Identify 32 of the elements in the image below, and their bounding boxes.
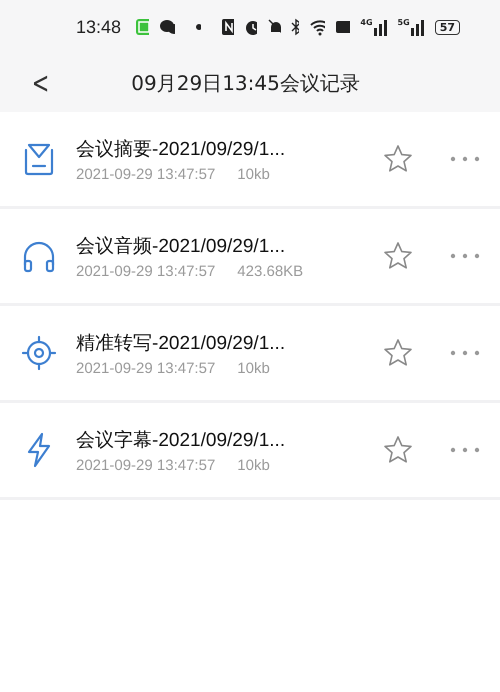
file-size: 10kb	[237, 360, 270, 376]
file-name: 精准转写-2021/09/29/1...	[76, 332, 286, 356]
network-label: 5G	[398, 18, 410, 27]
file-size: 10kb	[237, 166, 270, 182]
file-date: 2021-09-29 13:47:57	[76, 360, 216, 376]
file-name: 会议音频-2021/09/29/1...	[76, 234, 286, 258]
signal-icon	[410, 18, 425, 36]
network-label: 4G	[360, 18, 373, 27]
file-name: 会议摘要-2021/09/29/1...	[76, 138, 286, 162]
battery-level: 57	[434, 20, 460, 34]
bluetooth-icon	[290, 18, 299, 36]
more-button[interactable]	[450, 446, 480, 454]
app-icon	[135, 18, 149, 36]
target-icon	[20, 334, 58, 372]
file-name: 会议字幕-2021/09/29/1...	[76, 428, 286, 452]
page-title: 09月29日13:45会议记录	[130, 70, 361, 96]
nfc-icon	[221, 18, 234, 36]
back-button[interactable]: <	[26, 66, 55, 100]
alarm-icon	[244, 18, 258, 36]
wifi-icon	[308, 18, 326, 36]
more-button[interactable]	[450, 252, 480, 260]
file-date: 2021-09-29 13:47:57	[76, 262, 216, 280]
file-date: 2021-09-29 13:47:57	[76, 456, 216, 474]
muted-bell-icon	[267, 18, 281, 36]
file-size: 10kb	[237, 456, 270, 474]
signal-icon	[374, 18, 388, 36]
file-size: 423.68KB	[237, 262, 304, 280]
chat-icon	[158, 18, 176, 36]
file-date: 2021-09-29 13:47:57	[76, 166, 216, 182]
more-button[interactable]	[450, 155, 480, 163]
status-time: 13:48	[76, 16, 122, 38]
more-button[interactable]	[450, 349, 480, 357]
